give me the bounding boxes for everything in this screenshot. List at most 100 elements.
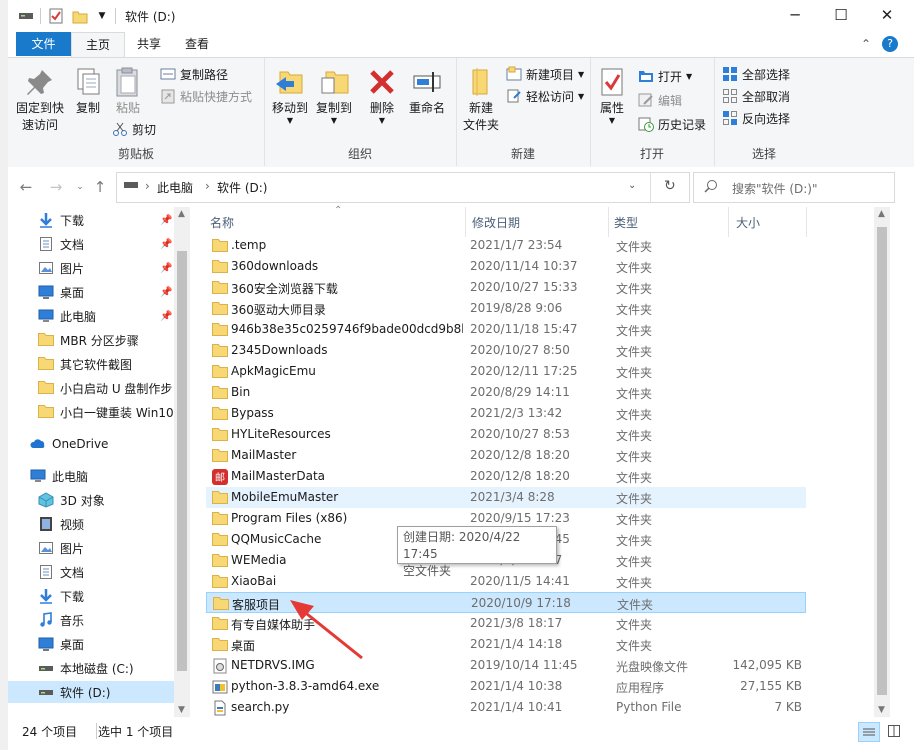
tab-view[interactable]: 查看 xyxy=(174,32,220,56)
invert-selection-button[interactable]: 反向选择 xyxy=(722,108,790,128)
file-row[interactable]: MailMaster 2020/12/8 18:20 文件夹 xyxy=(206,445,806,466)
breadcrumb-drive-d[interactable]: 软件 (D:) xyxy=(217,179,267,196)
nav-item-onedrive[interactable]: OneDrive xyxy=(30,433,190,455)
desktop-icon xyxy=(38,636,54,652)
nav-item-this-pc-child[interactable]: 3D 对象 xyxy=(8,489,174,511)
nav-item-this-pc-child[interactable]: 视频 xyxy=(8,513,174,535)
select-all-button[interactable]: 全部选择 xyxy=(722,64,790,84)
nav-item-quick-access[interactable]: 小白一键重装 Win10 xyxy=(38,401,174,423)
nav-item-quick-access[interactable]: 此电脑 📌 xyxy=(38,305,174,327)
file-list-scroll-thumb[interactable] xyxy=(877,227,887,695)
new-folder-quick-icon[interactable] xyxy=(70,6,90,26)
nav-item-quick-access[interactable]: 桌面 📌 xyxy=(38,281,174,303)
up-arrow-icon[interactable]: ↑ xyxy=(90,177,110,197)
tab-home[interactable]: 主页 xyxy=(71,32,125,58)
nav-pane-scrollbar[interactable]: ▲ ▼ xyxy=(174,207,190,717)
move-to-button[interactable]: 移动到 ▼ xyxy=(268,66,312,125)
forward-arrow-icon[interactable]: → xyxy=(46,177,66,197)
column-header-date[interactable]: 修改日期 xyxy=(472,211,602,235)
tab-share[interactable]: 共享 xyxy=(126,32,172,56)
pin-icon[interactable]: 📌 xyxy=(160,287,172,298)
file-row[interactable]: 2345Downloads 2020/10/27 8:50 文件夹 xyxy=(206,340,806,361)
nav-item-quick-access[interactable]: 文档 📌 xyxy=(38,233,174,255)
address-bar[interactable]: › 此电脑 › 软件 (D:) ⌄ ↻ xyxy=(116,172,690,203)
nav-item-this-pc-child[interactable]: 本地磁盘 (C:) xyxy=(8,657,174,679)
file-row[interactable]: python-3.8.3-amd64.exe 2021/1/4 10:38 应用程序… xyxy=(206,676,806,697)
breadcrumb-this-pc[interactable]: 此电脑 xyxy=(157,179,193,196)
easy-access-button[interactable]: 轻松访问 ▼ xyxy=(506,86,584,106)
delete-button[interactable]: 删除 ▼ xyxy=(364,66,400,125)
paste-button[interactable]: 粘贴 xyxy=(110,66,146,117)
select-none-button[interactable]: 全部取消 xyxy=(722,86,790,106)
file-row[interactable]: HYLiteResources 2020/10/27 8:53 文件夹 xyxy=(206,424,806,445)
scroll-down-icon[interactable]: ▼ xyxy=(178,705,185,715)
file-type: 文件夹 xyxy=(616,387,653,401)
pin-icon[interactable]: 📌 xyxy=(160,239,172,250)
large-icons-view-icon[interactable] xyxy=(884,722,904,740)
pin-icon[interactable]: 📌 xyxy=(160,263,172,274)
nav-item-quick-access[interactable]: 图片 📌 xyxy=(38,257,174,279)
properties-quick-icon[interactable] xyxy=(46,6,66,26)
refresh-icon[interactable]: ↻ xyxy=(664,178,676,194)
file-row[interactable]: MobileEmuMaster 2021/3/4 8:28 文件夹 xyxy=(206,487,806,508)
copy-path-button[interactable]: 复制路径 xyxy=(160,64,228,84)
file-name: MobileEmuMaster xyxy=(231,490,339,504)
nav-item-quick-access[interactable]: 其它软件截图 xyxy=(38,353,174,375)
properties-button[interactable]: 属性 ▼ xyxy=(594,66,630,125)
maximize-button[interactable]: ☐ xyxy=(818,0,864,30)
customize-quick-access-icon[interactable]: ▼ xyxy=(94,6,110,26)
nav-item-quick-access[interactable]: 小白启动 U 盘制作步 xyxy=(38,377,174,399)
column-header-size[interactable]: 大小 xyxy=(736,211,806,235)
file-row[interactable]: 360安全浏览器下载 2020/10/27 15:33 文件夹 xyxy=(206,277,806,298)
back-arrow-icon[interactable]: ← xyxy=(16,177,36,197)
nav-pane-scroll-thumb[interactable] xyxy=(177,251,187,671)
nav-item-this-pc-child[interactable]: 文档 xyxy=(8,561,174,583)
nav-item-this-pc-child[interactable]: 桌面 xyxy=(8,633,174,655)
paste-shortcut-button[interactable]: 粘贴快捷方式 xyxy=(160,86,252,106)
file-row[interactable]: .temp 2021/1/7 23:54 文件夹 xyxy=(206,235,806,256)
nav-item-this-pc-child[interactable]: 软件 (D:) xyxy=(8,681,174,703)
copy-button[interactable]: 复制 xyxy=(70,66,106,117)
open-button[interactable]: 打开 ▼ xyxy=(638,66,692,86)
file-list-scrollbar[interactable]: ▲ ▼ xyxy=(874,207,890,717)
nav-item-label: 桌面 xyxy=(60,637,85,652)
recent-locations-chevron-icon[interactable]: ⌄ xyxy=(70,177,90,197)
nav-item-quick-access[interactable]: 下载 📌 xyxy=(38,209,174,231)
new-item-button[interactable]: 新建项目 ▼ xyxy=(506,64,584,84)
file-row[interactable]: search.py 2021/1/4 10:41 Python File 7 KB xyxy=(206,697,806,718)
cut-button[interactable]: 剪切 xyxy=(112,119,156,139)
nav-item-quick-access[interactable]: MBR 分区步骤 xyxy=(38,329,174,351)
collapse-ribbon-icon[interactable]: ⌃ xyxy=(858,32,874,56)
tab-file[interactable]: 文件 xyxy=(16,32,71,56)
new-folder-button[interactable]: 新建 文件夹 xyxy=(460,66,502,134)
nav-item-this-pc-child[interactable]: 图片 xyxy=(8,537,174,559)
column-header-name[interactable]: 名称 xyxy=(210,211,460,235)
file-row[interactable]: 360驱动大师目录 2019/8/28 9:06 文件夹 xyxy=(206,298,806,319)
scroll-down-icon[interactable]: ▼ xyxy=(878,705,885,715)
file-row[interactable]: Bin 2020/8/29 14:11 文件夹 xyxy=(206,382,806,403)
help-icon[interactable]: ? xyxy=(882,36,898,52)
scroll-up-icon[interactable]: ▲ xyxy=(178,209,185,219)
file-row[interactable]: 邮 MailMasterData 2020/12/8 18:20 文件夹 xyxy=(206,466,806,487)
address-dropdown-icon[interactable]: ⌄ xyxy=(628,180,636,191)
pin-icon[interactable]: 📌 xyxy=(160,215,172,226)
details-view-icon[interactable] xyxy=(858,722,880,742)
nav-item-this-pc[interactable]: 此电脑 xyxy=(30,465,190,487)
rename-button[interactable]: 重命名 xyxy=(404,66,450,117)
pin-quick-access-button[interactable]: 固定到快 速访问 xyxy=(12,66,68,134)
minimize-button[interactable]: ─ xyxy=(772,0,818,30)
pin-icon[interactable]: 📌 xyxy=(160,311,172,322)
nav-item-this-pc-child[interactable]: 音乐 xyxy=(8,609,174,631)
file-row[interactable]: 946b38e35c0259746f9bade00dcd9b8b 2020/11/… xyxy=(206,319,806,340)
nav-item-this-pc-child[interactable]: 下载 xyxy=(8,585,174,607)
file-row[interactable]: ApkMagicEmu 2020/12/11 17:25 文件夹 xyxy=(206,361,806,382)
scroll-up-icon[interactable]: ▲ xyxy=(878,209,885,219)
file-row[interactable]: 360downloads 2020/11/14 10:37 文件夹 xyxy=(206,256,806,277)
edit-button[interactable]: 编辑 xyxy=(638,90,682,110)
copy-to-button[interactable]: 复制到 ▼ xyxy=(312,66,356,125)
column-header-type[interactable]: 类型 xyxy=(614,211,724,235)
close-button[interactable]: ✕ xyxy=(864,0,910,30)
file-row[interactable]: Bypass 2021/2/3 13:42 文件夹 xyxy=(206,403,806,424)
search-box[interactable]: 搜索"软件 (D:)" xyxy=(693,172,895,203)
history-button[interactable]: 历史记录 xyxy=(638,114,706,134)
